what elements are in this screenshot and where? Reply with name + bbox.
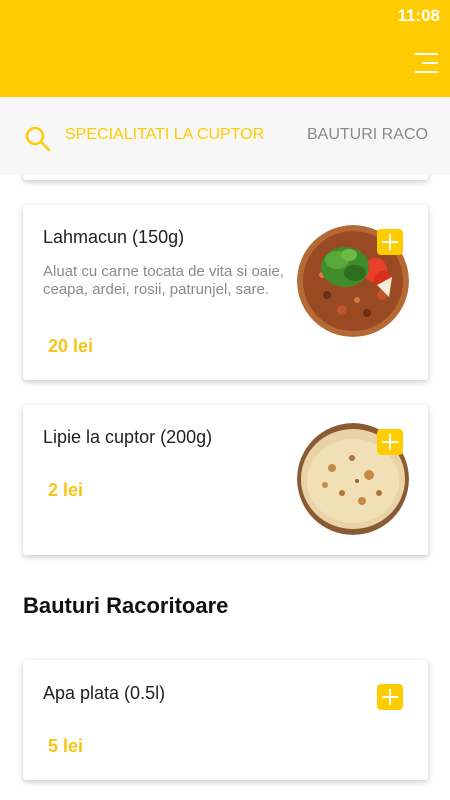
tab-specialitati-la-cuptor[interactable]: SPECIALITATI LA CUPTOR (65, 126, 264, 144)
hamburger-menu-icon[interactable] (412, 50, 438, 76)
status-bar: 11:08 (0, 0, 450, 30)
add-to-cart-button[interactable] (377, 684, 403, 710)
product-card-lipie[interactable]: Lipie la cuptor (200g) 2 lei (23, 405, 428, 555)
tab-bauturi-racoritoare[interactable]: BAUTURI RACO (307, 126, 428, 144)
product-price: 2 lei (48, 480, 84, 500)
add-to-cart-button[interactable] (377, 429, 403, 455)
add-to-cart-button[interactable] (377, 229, 403, 255)
product-price: 20 lei (48, 336, 94, 356)
product-name: Lipie la cuptor (200g) (43, 427, 213, 447)
product-card-partial (23, 175, 428, 180)
app-bar (0, 30, 450, 97)
product-name: Apa plata (0.5l) (43, 683, 166, 703)
product-card-apa-plata[interactable]: Apa plata (0.5l) 5 lei (23, 660, 428, 780)
menu-list[interactable]: Lahmacun (150g) Aluat cu carne tocata de… (0, 175, 450, 800)
product-price: 5 lei (48, 736, 84, 756)
status-time: 11:08 (397, 6, 440, 25)
section-title: Bauturi Racoritoare (23, 593, 229, 618)
product-card-lahmacun[interactable]: Lahmacun (150g) Aluat cu carne tocata de… (23, 205, 428, 380)
category-tab-bar: SPECIALITATI LA CUPTOR BAUTURI RACO (0, 97, 450, 175)
product-description: Aluat cu carne tocata de vita si oaie, c… (43, 263, 284, 298)
product-name: Lahmacun (150g) (43, 227, 185, 247)
search-icon[interactable] (24, 125, 52, 153)
